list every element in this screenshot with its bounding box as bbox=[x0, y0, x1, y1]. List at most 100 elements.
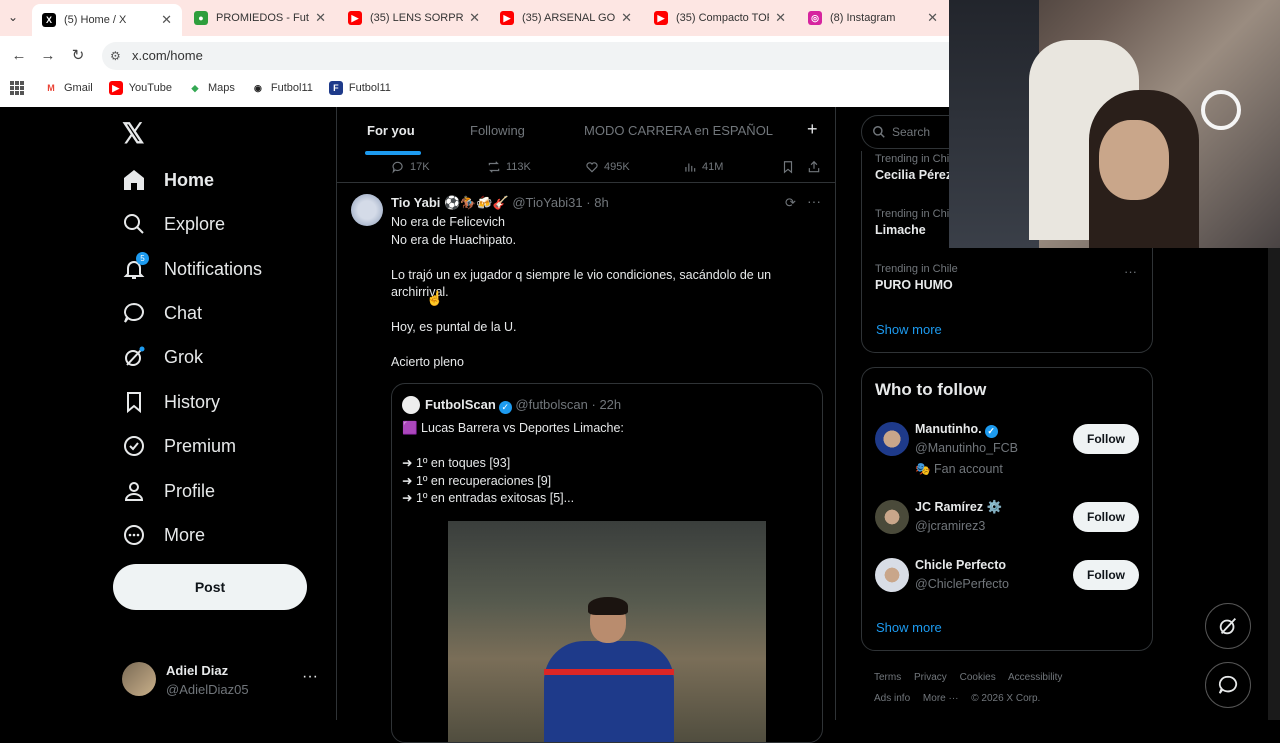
repost-button[interactable]: 113K bbox=[487, 160, 531, 174]
nav-home[interactable]: Home bbox=[122, 160, 214, 200]
avatar bbox=[875, 558, 909, 592]
nav-history[interactable]: History bbox=[122, 382, 220, 422]
forward-icon[interactable]: → bbox=[38, 46, 58, 66]
heart-icon bbox=[586, 162, 598, 173]
footer-privacy-link[interactable]: Privacy bbox=[914, 672, 947, 683]
close-tab-icon[interactable]: ✕ bbox=[315, 10, 326, 26]
footer-terms-link[interactable]: Terms bbox=[874, 672, 901, 683]
add-tab-icon[interactable]: + bbox=[807, 119, 818, 140]
share-button[interactable] bbox=[807, 160, 826, 174]
site-info-icon[interactable]: ⚙ bbox=[110, 49, 124, 63]
reply-button[interactable]: 17K bbox=[391, 160, 430, 174]
x-logo-icon[interactable]: 𝕏 bbox=[122, 117, 145, 150]
search-icon bbox=[124, 214, 144, 234]
follow-button[interactable]: Follow bbox=[1073, 560, 1139, 590]
browser-tab-youtube-3[interactable]: ▶ (35) Compacto TOP | ✕ bbox=[644, 4, 796, 32]
nav-profile[interactable]: Profile bbox=[122, 471, 215, 511]
tab-following[interactable]: Following bbox=[470, 123, 525, 138]
footer-accessibility-link[interactable]: Accessibility bbox=[1008, 672, 1062, 683]
chat-icon bbox=[124, 302, 144, 323]
more-icon bbox=[124, 525, 144, 545]
more-dots-icon[interactable]: ··· bbox=[1124, 264, 1137, 279]
nav-notifications[interactable]: 5 Notifications bbox=[122, 249, 262, 289]
messages-fab-button[interactable] bbox=[1205, 662, 1251, 708]
nav-explore[interactable]: Explore bbox=[122, 204, 225, 244]
who-to-follow-show-more-link[interactable]: Show more bbox=[876, 620, 942, 635]
browser-tab-x[interactable]: X (5) Home / X ✕ bbox=[32, 4, 182, 36]
globe-icon: ◉ bbox=[253, 82, 262, 93]
trend-item[interactable]: Trending in Chile Cecilia Pérez bbox=[875, 153, 958, 182]
footer-more-link[interactable]: More ··· bbox=[923, 693, 959, 704]
follow-button[interactable]: Follow bbox=[1073, 502, 1139, 532]
post-button[interactable]: Post bbox=[113, 564, 307, 610]
bookmark-maps[interactable]: ◆ Maps bbox=[188, 81, 235, 95]
nav-more[interactable]: More bbox=[122, 515, 205, 555]
like-button[interactable]: 495K bbox=[585, 160, 630, 174]
tweet-text: No era de Felicevich No era de Huachipat… bbox=[391, 215, 772, 369]
maps-icon: ◆ bbox=[191, 82, 199, 93]
trends-show-more-link[interactable]: Show more bbox=[876, 322, 942, 337]
browser-tab-youtube-1[interactable]: ▶ (35) LENS SORPRENDE ✕ bbox=[338, 4, 490, 32]
browser-tab-promiedos[interactable]: ● PROMIEDOS - Futbol ✕ bbox=[184, 4, 336, 32]
close-tab-icon[interactable]: ✕ bbox=[775, 10, 786, 26]
tab-for-you[interactable]: For you bbox=[367, 123, 415, 138]
who-to-follow-panel: Who to follow Manutinho. ✓ @Manutinho_FCB… bbox=[861, 367, 1153, 651]
timeline-tabs: For you Following MODO CARRERA en ESPAÑO… bbox=[337, 107, 836, 155]
trend-item[interactable]: Trending in Chile Limache bbox=[875, 208, 958, 237]
quote-photo[interactable] bbox=[448, 521, 766, 742]
follow-button[interactable]: Follow bbox=[1073, 424, 1139, 454]
who-to-follow-title: Who to follow bbox=[875, 380, 987, 399]
bookmark-youtube[interactable]: ▶ YouTube bbox=[108, 81, 172, 95]
quoted-tweet[interactable]: FutbolScan ✓ @futbolscan · 22h 🟪 Lucas Ba… bbox=[391, 383, 823, 743]
chat-icon bbox=[1218, 675, 1238, 694]
player-shirt bbox=[544, 641, 674, 742]
account-switcher[interactable]: Adiel Diaz @AdielDiaz05 ··· bbox=[122, 660, 330, 702]
quote-header: FutbolScan ✓ @futbolscan · 22h bbox=[425, 397, 621, 414]
browser-tab-instagram[interactable]: ◎ (8) Instagram ✕ bbox=[798, 4, 948, 32]
footer-links: Terms Privacy Cookies Accessibility Ads … bbox=[874, 667, 1144, 709]
apps-grid-icon[interactable] bbox=[10, 81, 24, 95]
nav-grok[interactable]: Grok bbox=[122, 337, 203, 377]
x-icon: X bbox=[42, 13, 56, 27]
follow-suggestion[interactable]: JC Ramírez ⚙️ @jcramirez3 Follow bbox=[875, 500, 1145, 552]
bookmark-gmail[interactable]: M Gmail bbox=[44, 81, 92, 95]
follow-suggestion[interactable]: Chicle Perfecto @ChiclePerfecto Follow bbox=[875, 558, 1145, 610]
grok-icon bbox=[1219, 618, 1237, 635]
instagram-icon: ◎ bbox=[808, 11, 822, 25]
footer-cookies-link[interactable]: Cookies bbox=[960, 672, 996, 683]
youtube-icon: ▶ bbox=[348, 11, 362, 25]
bookmark-futbol11-b[interactable]: F Futbol11 bbox=[328, 81, 391, 95]
avatar[interactable] bbox=[351, 194, 383, 226]
close-tab-icon[interactable]: ✕ bbox=[621, 10, 632, 26]
tweet-time[interactable]: · 8h bbox=[586, 195, 608, 210]
trend-item[interactable]: Trending in Chile PURO HUMO bbox=[875, 263, 958, 292]
footer-ads-info-link[interactable]: Ads info bbox=[874, 693, 910, 704]
verified-badge-icon: ✓ bbox=[498, 401, 512, 414]
quote-author-name: FutbolScan bbox=[425, 397, 496, 412]
tweet-author-name[interactable]: Tio Yabi ⚽🏇🍻🎸 bbox=[391, 195, 509, 210]
tweet[interactable]: Tio Yabi ⚽🏇🍻🎸 @TioYabi31 · 8h ⟳ ··· No e… bbox=[337, 184, 836, 743]
reload-icon[interactable]: ↻ bbox=[68, 46, 88, 66]
tab-modo-carrera[interactable]: MODO CARRERA en ESPAÑOL bbox=[584, 123, 773, 138]
close-tab-icon[interactable]: ✕ bbox=[927, 10, 938, 26]
youtube-icon: ▶ bbox=[108, 81, 123, 95]
globe-icon: ● bbox=[194, 11, 208, 25]
grok-fab-button[interactable] bbox=[1205, 603, 1251, 649]
more-dots-icon[interactable]: ··· bbox=[807, 193, 821, 209]
tab-search-chevron-icon[interactable]: ⌄ bbox=[8, 10, 24, 26]
bookmark-button[interactable] bbox=[781, 160, 800, 174]
follow-suggestion[interactable]: Manutinho. ✓ @Manutinho_FCB 🎭 Fan account… bbox=[875, 422, 1145, 476]
grok-icon[interactable]: ⟳ bbox=[785, 195, 796, 211]
tweet-author-handle[interactable]: @TioYabi31 bbox=[512, 195, 582, 210]
back-icon[interactable]: ← bbox=[9, 46, 29, 66]
notification-badge: 5 bbox=[136, 252, 149, 265]
views-button[interactable]: 41M bbox=[683, 160, 723, 174]
browser-tab-youtube-2[interactable]: ▶ (35) ARSENAL GOLEO ✕ bbox=[490, 4, 642, 32]
page-scrollbar[interactable] bbox=[1268, 248, 1280, 720]
close-tab-icon[interactable]: ✕ bbox=[469, 10, 480, 26]
more-dots-icon[interactable]: ··· bbox=[302, 668, 318, 686]
nav-premium[interactable]: Premium bbox=[122, 426, 236, 466]
nav-chat[interactable]: Chat bbox=[122, 293, 202, 333]
close-tab-icon[interactable]: ✕ bbox=[161, 12, 172, 28]
bookmark-futbol11-a[interactable]: ◉ Futbol11 bbox=[251, 81, 313, 95]
